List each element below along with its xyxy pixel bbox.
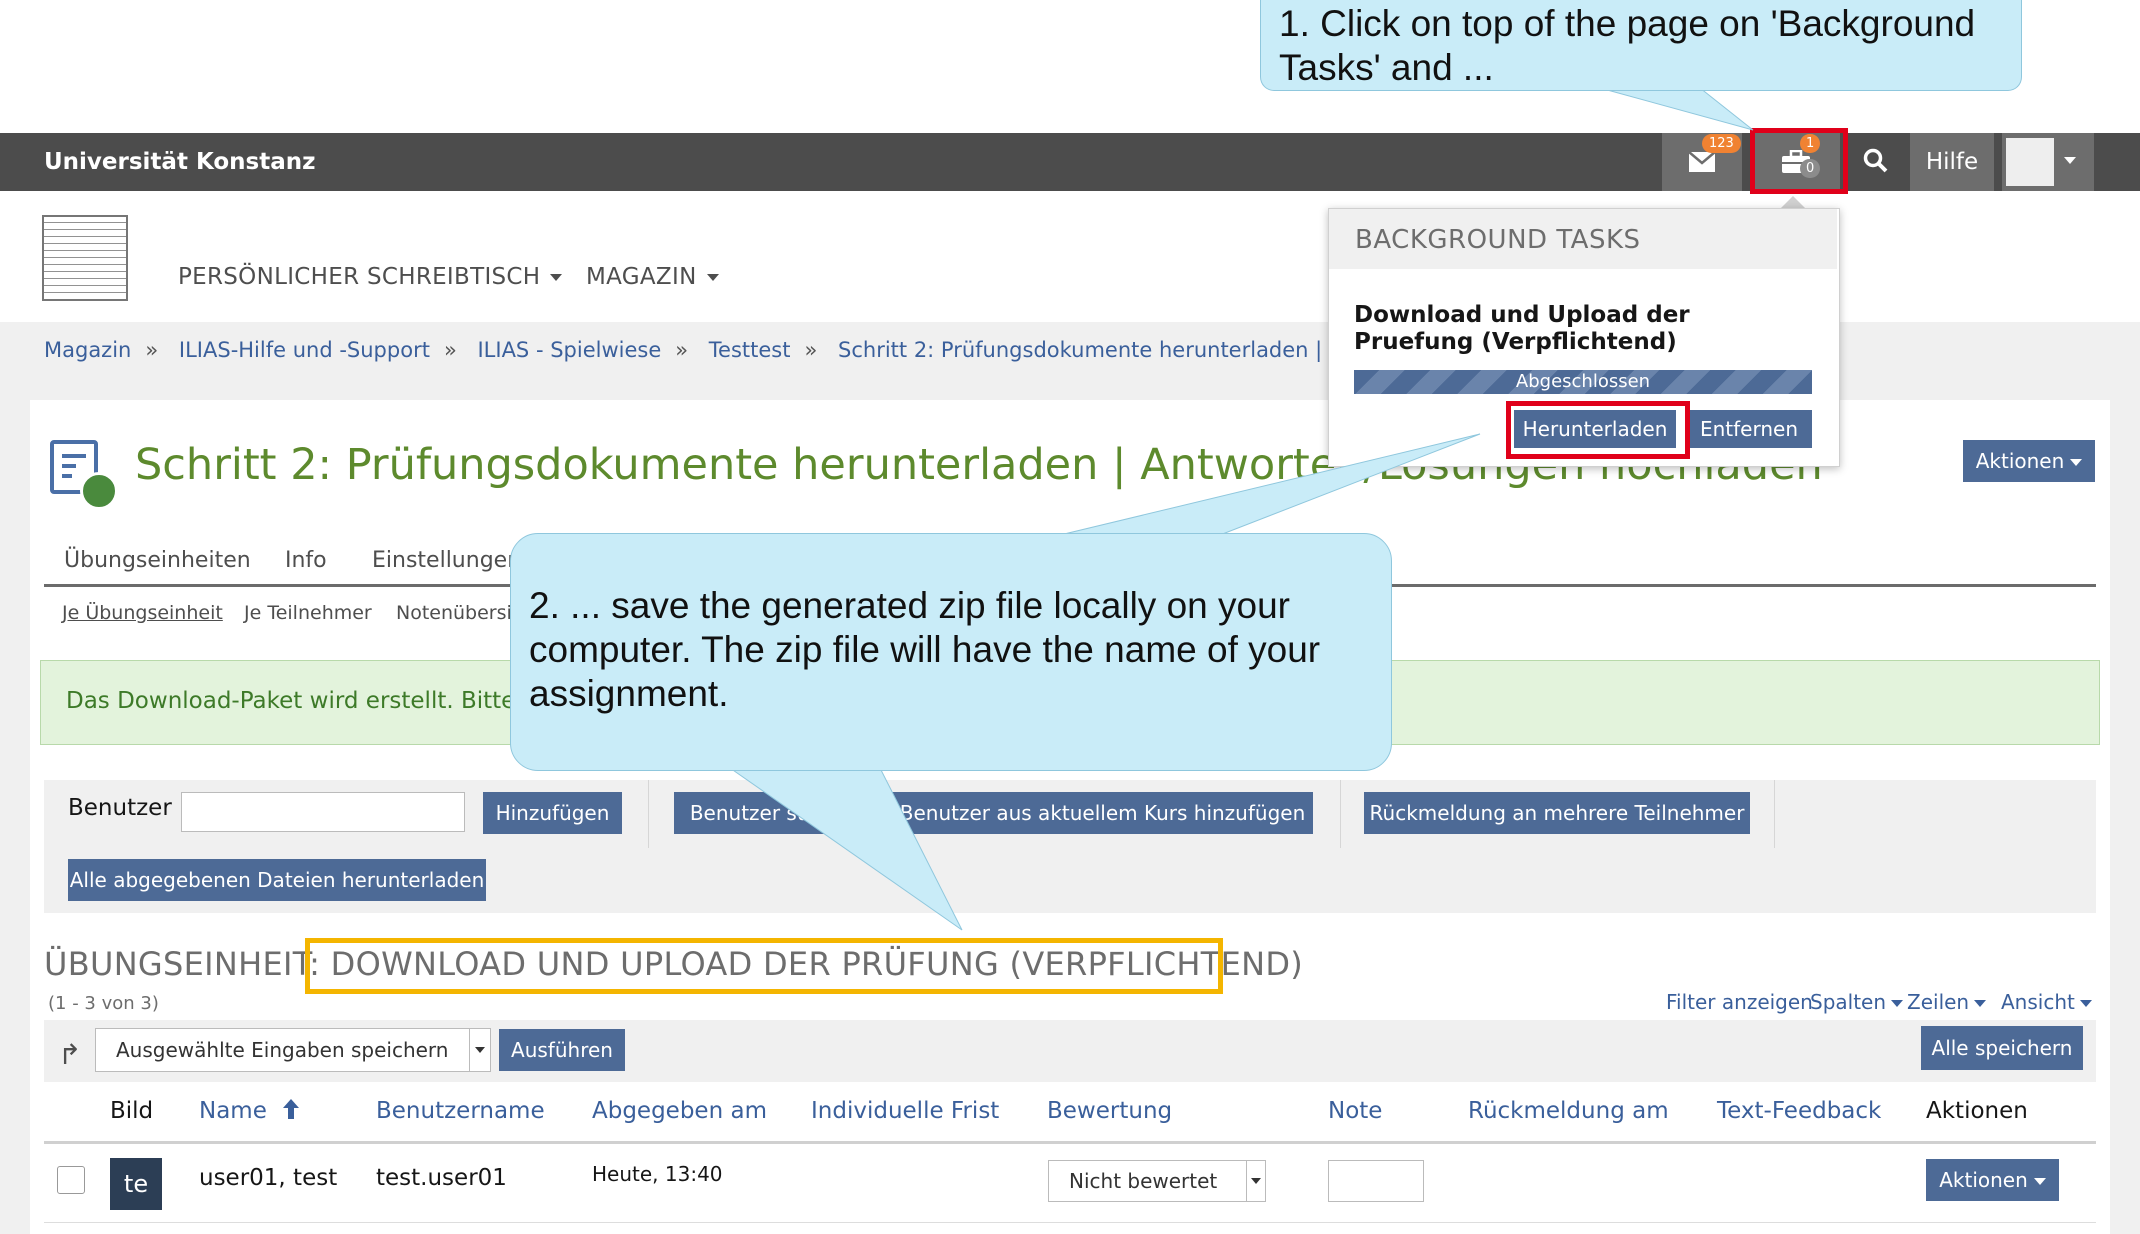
callout-step-1-text: 1. Click on top of the page on 'Backgrou… (1279, 3, 1976, 88)
callout-step-1: 1. Click on top of the page on 'Backgrou… (1260, 0, 2022, 91)
callout-step-2-text: 2. ... save the generated zip file local… (529, 585, 1321, 714)
callout-step-2: 2. ... save the generated zip file local… (510, 533, 1392, 771)
